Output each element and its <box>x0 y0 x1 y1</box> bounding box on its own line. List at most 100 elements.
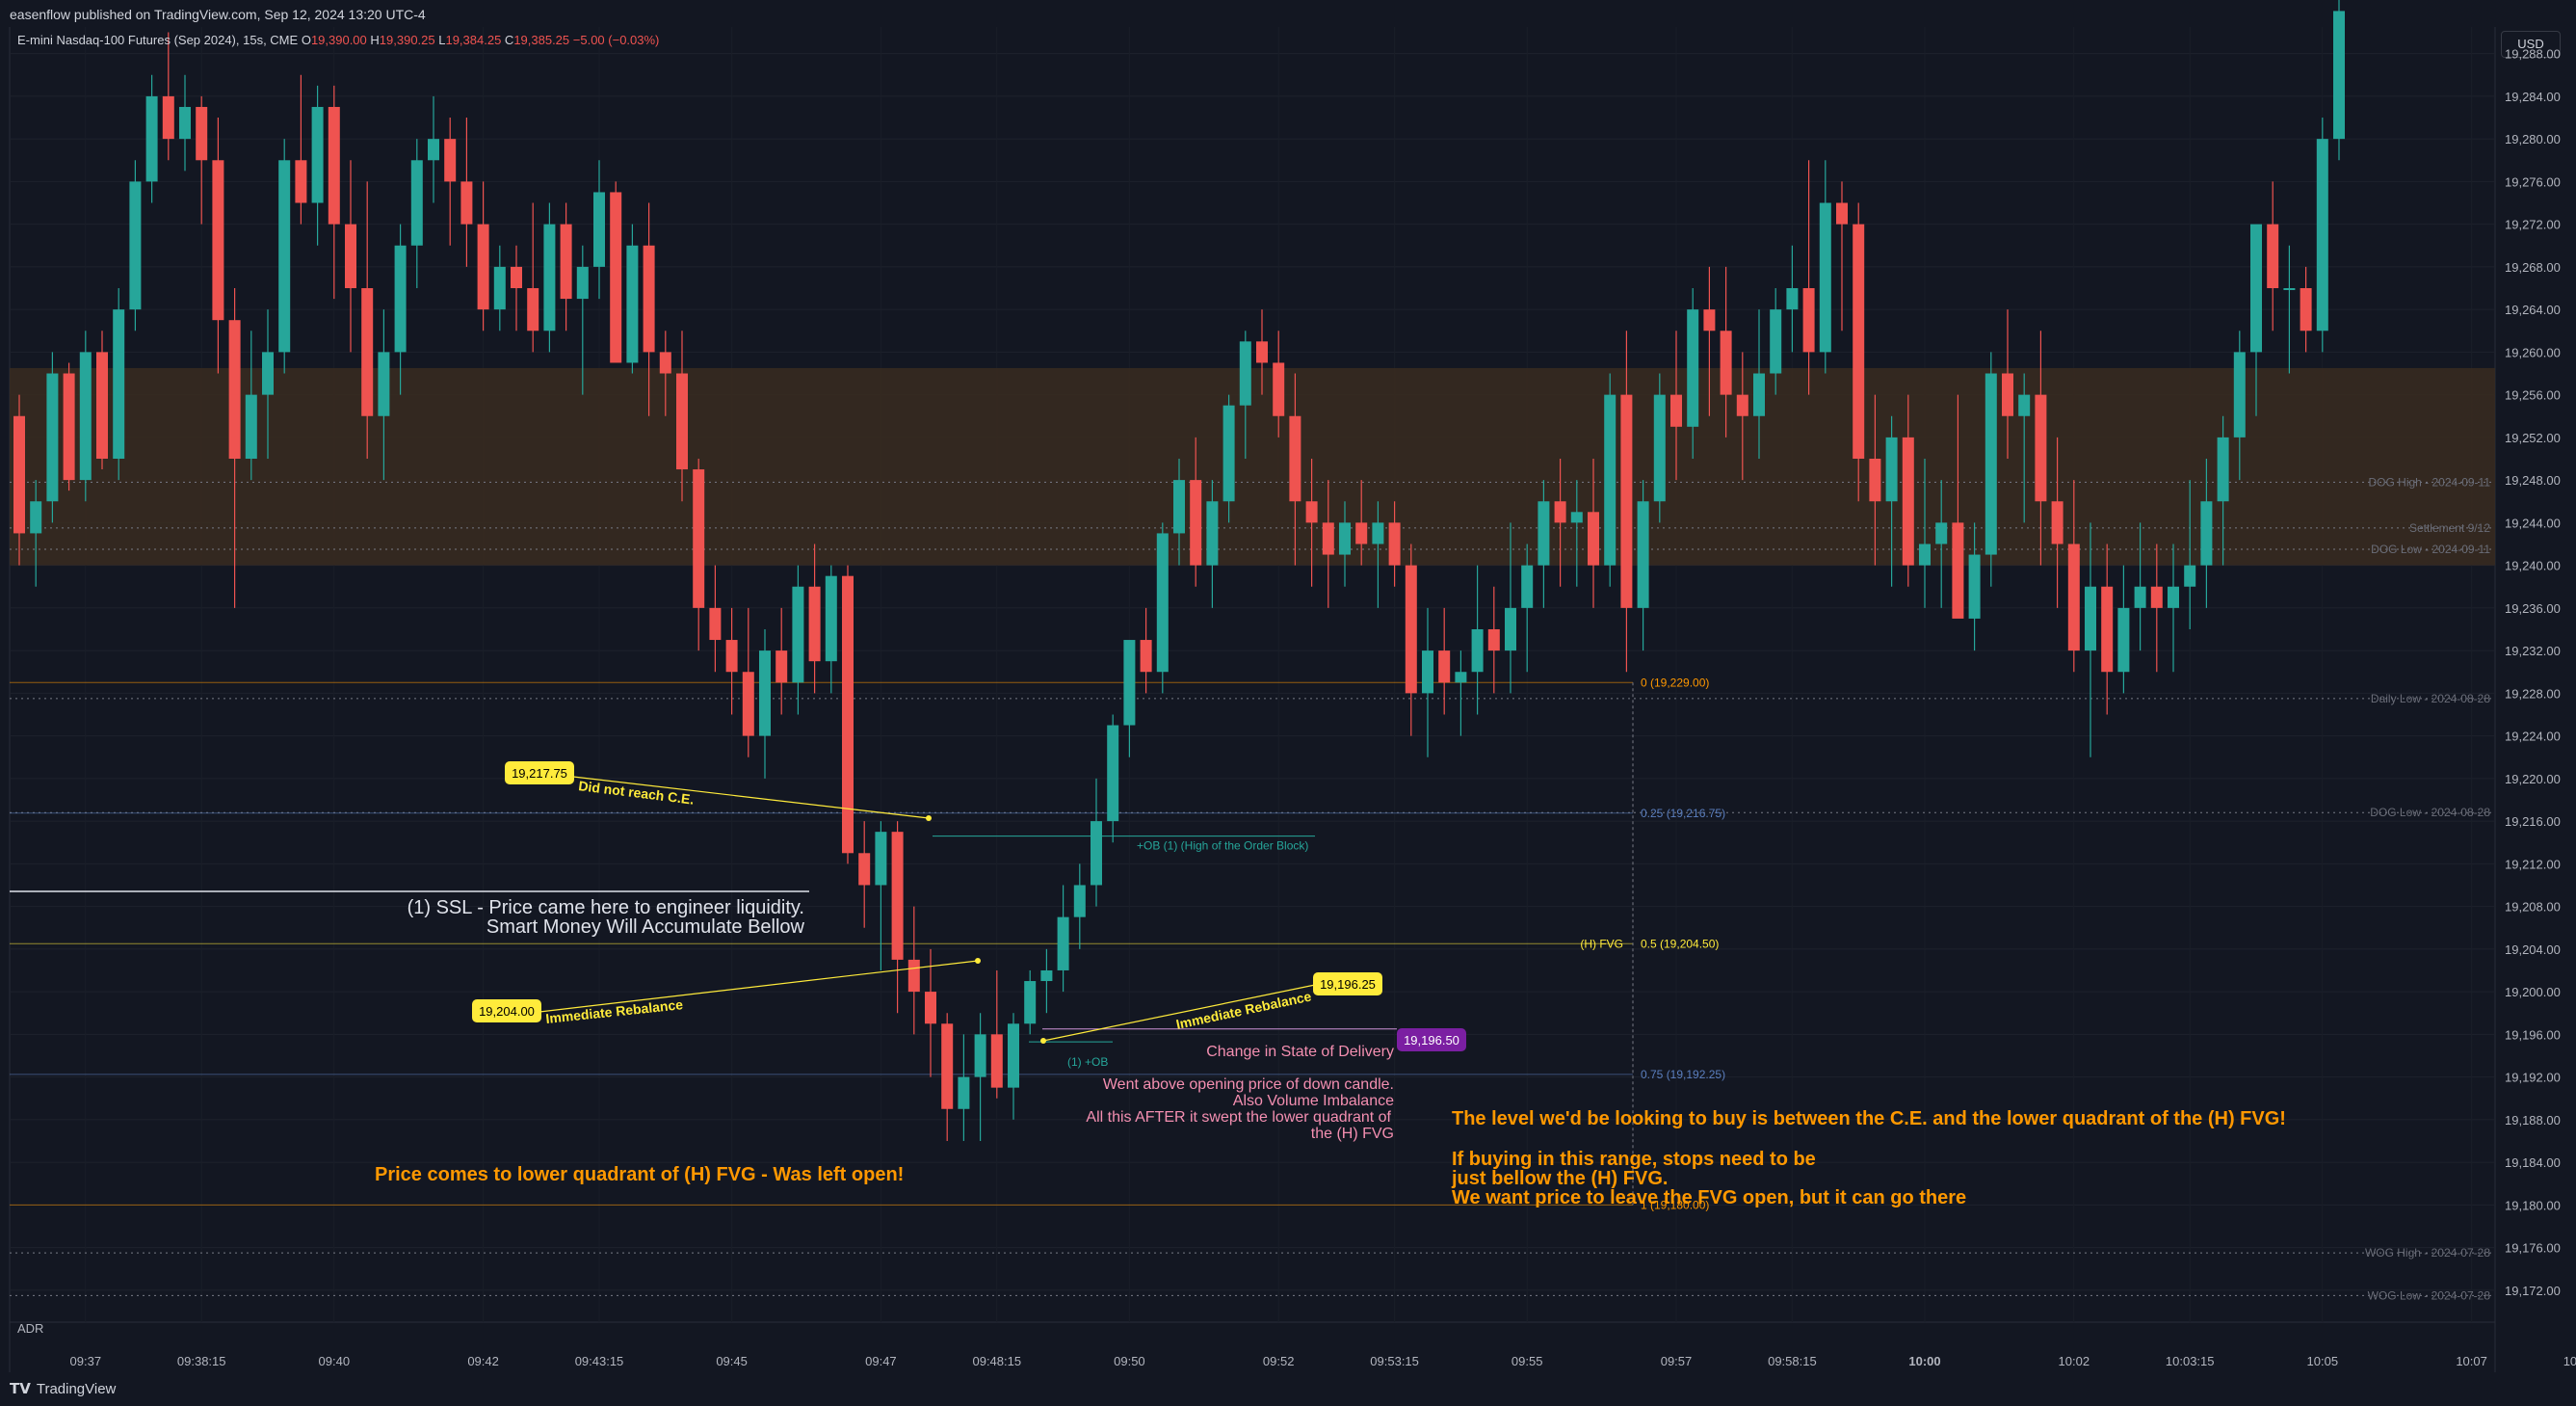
x-tick-label: 10:05 <box>2307 1354 2339 1368</box>
x-tick-label: 10:02 <box>2059 1354 2090 1368</box>
candle-body <box>676 373 688 470</box>
candle-body <box>179 106 191 140</box>
note-line-4: the (H) FVG <box>1311 1126 1394 1142</box>
y-tick-label: 19,248.00 <box>2505 473 2561 488</box>
candle-body <box>560 224 572 300</box>
price-chart[interactable]: 19,288.00 19,284.00 19,280.00 19,276.00 19,2… <box>0 0 2576 1406</box>
price-tag-19196-50: 19,196.50 <box>1397 1028 1466 1051</box>
candle-body <box>1190 480 1202 566</box>
candle-body <box>2134 586 2146 608</box>
candle-body <box>1753 373 1765 416</box>
candle-body <box>196 106 208 161</box>
candle-body <box>1091 821 1102 886</box>
candle-body <box>610 192 622 363</box>
tradingview-logo[interactable]: 𝗧𝗩 TradingView <box>10 1380 117 1398</box>
candle-body <box>1140 640 1152 673</box>
csd-label: Change in State of Delivery <box>1206 1044 1394 1060</box>
candle-body <box>63 373 75 481</box>
candle-body <box>2200 501 2213 566</box>
ob-high-label: +OB (1) (High of the Order Block) <box>1137 839 1308 853</box>
y-tick-label: 19,260.00 <box>2505 345 2561 359</box>
candle-body <box>742 672 754 736</box>
y-tick-label: 19,252.00 <box>2505 431 2561 445</box>
candle-body <box>2283 288 2296 291</box>
candle-body <box>2250 224 2262 353</box>
candle-body <box>444 139 457 182</box>
note-line-1: Went above opening price of down candle. <box>1103 1076 1394 1093</box>
price-tag-19204: 19,204.00 <box>472 999 541 1022</box>
candle-body <box>1736 394 1748 416</box>
candle-body <box>775 650 788 683</box>
candle-body <box>1372 522 1384 544</box>
candle-body <box>1786 288 1799 310</box>
candle-body <box>2035 394 2047 502</box>
candle-body <box>1703 309 1716 332</box>
legend-o-label: O <box>302 33 311 47</box>
candle-body <box>2101 586 2114 673</box>
level-label: Daily Low - 2024-08-28 <box>2371 692 2490 705</box>
candle-body <box>113 309 125 459</box>
candle-body <box>262 352 274 395</box>
candle-body <box>958 1076 970 1109</box>
candle-body <box>659 352 671 374</box>
candle-body <box>543 224 556 332</box>
candle-body <box>1388 522 1401 566</box>
candle-body <box>2002 373 2013 416</box>
y-tick-label: 19,176.00 <box>2505 1241 2561 1256</box>
y-tick-label: 19,284.00 <box>2505 90 2561 104</box>
candle-body <box>576 266 589 300</box>
candle-body <box>842 575 854 854</box>
legend-c-label: C <box>505 33 513 47</box>
candle-body <box>1637 501 1649 608</box>
candle-body <box>693 469 705 608</box>
level-label: DOG Low - 2024-08-28 <box>2370 806 2490 819</box>
y-tick-label: 19,232.00 <box>2505 644 2561 658</box>
candle-body <box>30 501 42 534</box>
rebalance-point-2 <box>1040 1038 1046 1044</box>
candle-body <box>2300 288 2312 332</box>
candle-body <box>1538 501 1550 566</box>
y-tick-label: 19,204.00 <box>2505 942 2561 957</box>
legend-h-value: 19,390.25 <box>380 33 438 47</box>
candle-body <box>626 245 639 363</box>
candle-body <box>1836 202 1848 225</box>
footer <box>0 1372 2576 1406</box>
ssl-text-2: Smart Money Will Accumulate Bellow <box>486 916 805 938</box>
tradingview-mark-icon: 𝗧𝗩 <box>10 1381 31 1397</box>
candle-body <box>1919 544 1931 566</box>
x-tick-label: 09:43:15 <box>575 1354 624 1368</box>
y-tick-label: 19,256.00 <box>2505 388 2561 403</box>
note-line-3: All this AFTER it swept the lower quadra… <box>1086 1109 1391 1126</box>
candle-body <box>1239 341 1251 406</box>
candle-body <box>1687 309 1699 427</box>
candle-body <box>1885 437 1898 502</box>
candle-body <box>2233 352 2246 438</box>
candle-body <box>162 95 174 140</box>
level-label: DOG Low - 2024-09-11 <box>2371 543 2490 556</box>
stops-note-1: If buying in this range, stops need to b… <box>1452 1149 1816 1170</box>
x-tick-label: 09:45 <box>716 1354 748 1368</box>
fib-label: 0.25 (19,216.75) <box>1641 807 1725 820</box>
candle-body <box>1156 533 1169 673</box>
candle-body <box>1040 969 1053 982</box>
buy-level-note: The level we'd be looking to buy is betw… <box>1452 1108 2286 1129</box>
legend-o-value: 19,390.00 <box>311 33 370 47</box>
y-tick-label: 19,196.00 <box>2505 1027 2561 1042</box>
candle-body <box>13 415 25 534</box>
ce-point <box>926 815 932 821</box>
brand-name: TradingView <box>36 1380 117 1397</box>
candle-body <box>2117 607 2130 673</box>
candle-body <box>493 266 506 310</box>
candle-body <box>941 1023 954 1109</box>
y-tick-label: 19,180.00 <box>2505 1198 2561 1212</box>
y-tick-label: 19,188.00 <box>2505 1113 2561 1127</box>
candle-body <box>428 139 439 161</box>
x-tick-label: 09:53:15 <box>1370 1354 1419 1368</box>
candle-body <box>1073 885 1086 917</box>
candle-body <box>709 607 722 641</box>
x-tick-label: 09:58:15 <box>1768 1354 1817 1368</box>
y-tick-label: 19,240.00 <box>2505 559 2561 573</box>
candle-body <box>2018 394 2031 416</box>
candle-body <box>228 320 241 459</box>
candle-body <box>2067 544 2080 651</box>
